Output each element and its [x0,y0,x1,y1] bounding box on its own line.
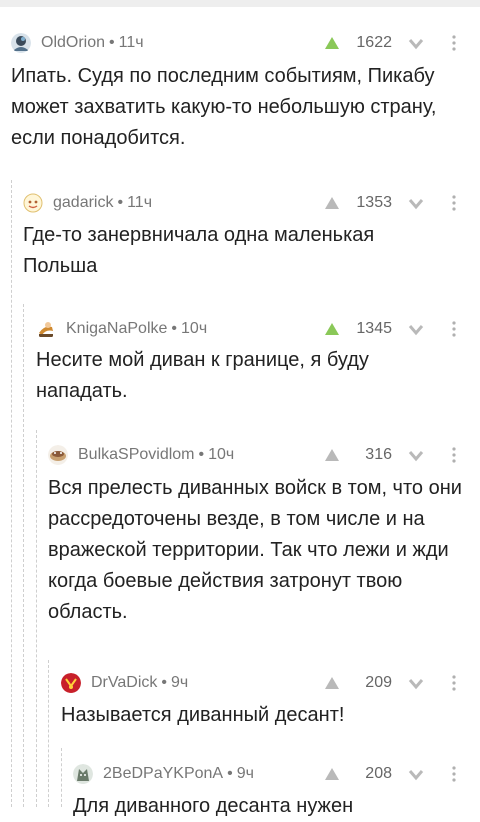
chevron-down-icon[interactable] [408,676,424,690]
upvote-icon[interactable] [324,676,340,690]
avatar[interactable] [48,445,68,465]
chevron-down-icon[interactable] [408,196,424,210]
comment-time: 9ч [236,765,254,782]
rating: 1353 [356,194,392,211]
separator-dot: • [161,674,167,691]
comment-time: 10ч [181,320,208,337]
avatar-image [48,445,68,465]
avatar-image [23,193,43,213]
avatar[interactable] [61,673,81,693]
thread-line-4[interactable] [48,660,49,807]
upvote-icon[interactable] [324,448,340,462]
rating: 208 [365,765,392,782]
comment-time: 9ч [170,674,189,691]
more-vertical-icon[interactable] [446,447,462,463]
chevron-down-icon[interactable] [408,767,424,781]
upvote-icon[interactable] [324,767,340,781]
author-name[interactable]: 2BeDPaYKPonA [103,765,223,783]
thread-line-1[interactable] [11,180,12,807]
author-name[interactable]: DrVaDick [91,674,157,692]
comment-time: 11ч [127,194,153,211]
chevron-down-icon[interactable] [408,322,424,336]
rating: 1622 [356,34,392,51]
author-name[interactable]: OldOrion [41,34,105,52]
avatar[interactable] [73,764,93,784]
avatar-image [36,319,56,339]
vote-controls: 1345 [324,317,480,341]
comment-text: Вся прелесть диванных войск в том, что о… [48,477,462,623]
avatar-image [73,764,93,784]
chevron-down-icon[interactable] [408,36,424,50]
vote-controls: 316 [324,443,480,467]
separator-dot: • [109,34,115,51]
avatar[interactable] [36,319,56,339]
rating: 209 [365,674,392,691]
more-vertical-icon[interactable] [446,195,462,211]
author-name[interactable]: KnigaNaPolke [66,320,167,338]
author-name[interactable]: BulkaSPovidlom [78,446,195,464]
separator-dot: • [227,765,233,782]
separator-dot: • [117,194,124,211]
upvote-icon[interactable] [324,36,340,50]
more-vertical-icon[interactable] [446,321,462,337]
more-vertical-icon[interactable] [446,35,462,51]
comment-text: Несите мой диван к границе, я буду напад… [36,349,369,402]
avatar[interactable] [11,33,31,53]
avatar-image [61,673,81,693]
upvote-icon[interactable] [324,322,340,336]
comment-time: 10ч [208,446,235,463]
vote-controls: 208 [324,762,480,786]
separator-dot: • [198,446,205,463]
vote-controls: 1353 [324,191,480,215]
rating: 1345 [356,320,392,337]
comment-text: Называется диванный десант! [61,704,345,726]
vote-controls: 209 [324,671,480,695]
more-vertical-icon[interactable] [446,675,462,691]
vote-controls: 1622 [324,31,480,55]
avatar[interactable] [23,193,43,213]
thread-line-5[interactable] [61,748,62,807]
chevron-down-icon[interactable] [408,448,424,462]
comment-time: 11ч [118,34,144,51]
avatar-image [11,33,31,53]
upvote-icon[interactable] [324,196,340,210]
separator-dot: • [171,320,178,337]
comment-text: Где-то занервничала одна маленькая Польш… [23,224,375,277]
comment-text: Ипать. Судя по последним событиям, Пикаб… [11,65,437,149]
thread-line-3[interactable] [36,430,37,807]
thread-line-2[interactable] [23,304,24,807]
author-name[interactable]: gadarick [53,194,113,212]
more-vertical-icon[interactable] [446,766,462,782]
top-bar [0,0,480,7]
rating: 316 [365,446,392,463]
